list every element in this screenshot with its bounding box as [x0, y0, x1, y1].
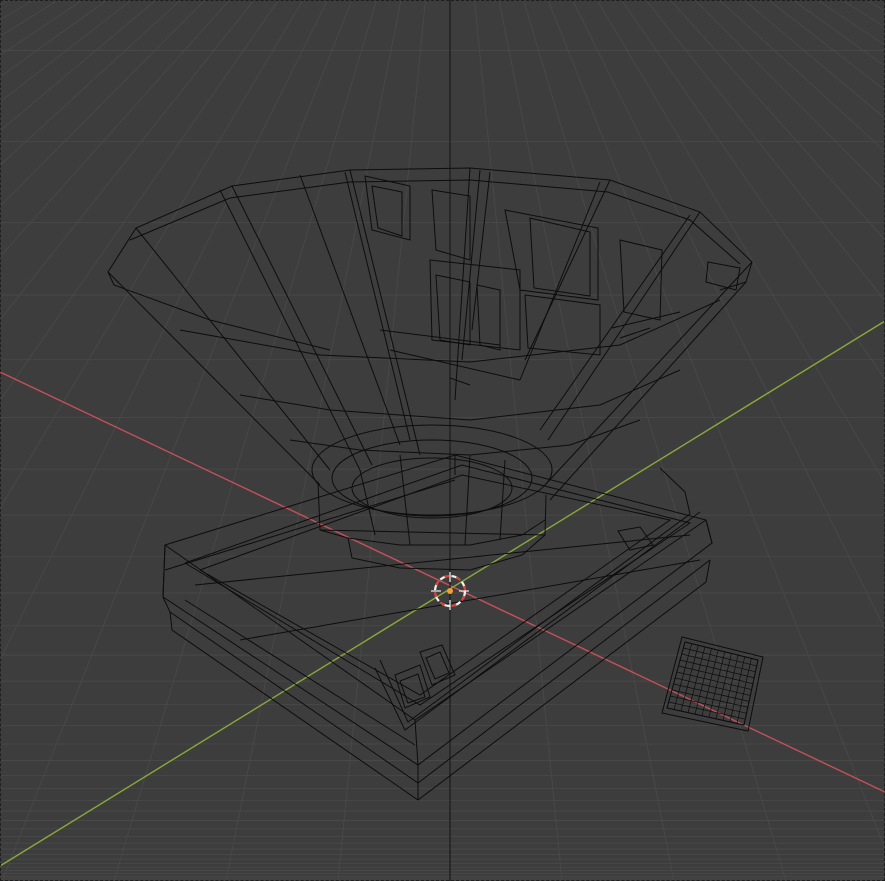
- scale-base-mesh[interactable]: [162, 454, 713, 801]
- 3d-cursor-icon[interactable]: [431, 572, 469, 610]
- grid-line: [0, 0, 108, 78]
- 3d-viewport[interactable]: [0, 0, 885, 881]
- grid-line: [866, 0, 885, 12]
- object-origin-dot: [447, 588, 453, 594]
- grid-line: [0, 0, 206, 207]
- grid-line: [0, 0, 279, 402]
- grid-line: [0, 0, 328, 661]
- grid-line: [0, 0, 83, 56]
- grid-line: [113, 0, 377, 881]
- grid-line: [694, 0, 885, 192]
- grid-line: [792, 0, 885, 67]
- grid-line: [596, 0, 885, 485]
- y-axis-line: [0, 320, 885, 867]
- x-axis-line: [0, 371, 885, 793]
- funnel-mesh[interactable]: [107, 167, 753, 571]
- grid-line: [0, 0, 230, 258]
- grid-line: [0, 0, 304, 510]
- grid-line: [523, 0, 787, 881]
- grid-line: [719, 0, 885, 153]
- grid-line: [0, 0, 59, 37]
- grid-line: [474, 0, 563, 881]
- grid-line: [0, 0, 255, 321]
- grid-line: [645, 0, 885, 302]
- grid-line: [1, 0, 353, 881]
- viewport-canvas[interactable]: [0, 0, 885, 881]
- grid-line: [547, 0, 885, 850]
- grid-line: [0, 0, 157, 132]
- grid-line: [670, 0, 885, 241]
- grid-line: [572, 0, 885, 631]
- tile-wire: [666, 641, 686, 709]
- grid-line: [0, 0, 34, 21]
- grid-line: [0, 0, 10, 6]
- small-tile-mesh[interactable]: [661, 636, 764, 732]
- grid-line: [225, 0, 402, 881]
- grid-line: [817, 0, 885, 46]
